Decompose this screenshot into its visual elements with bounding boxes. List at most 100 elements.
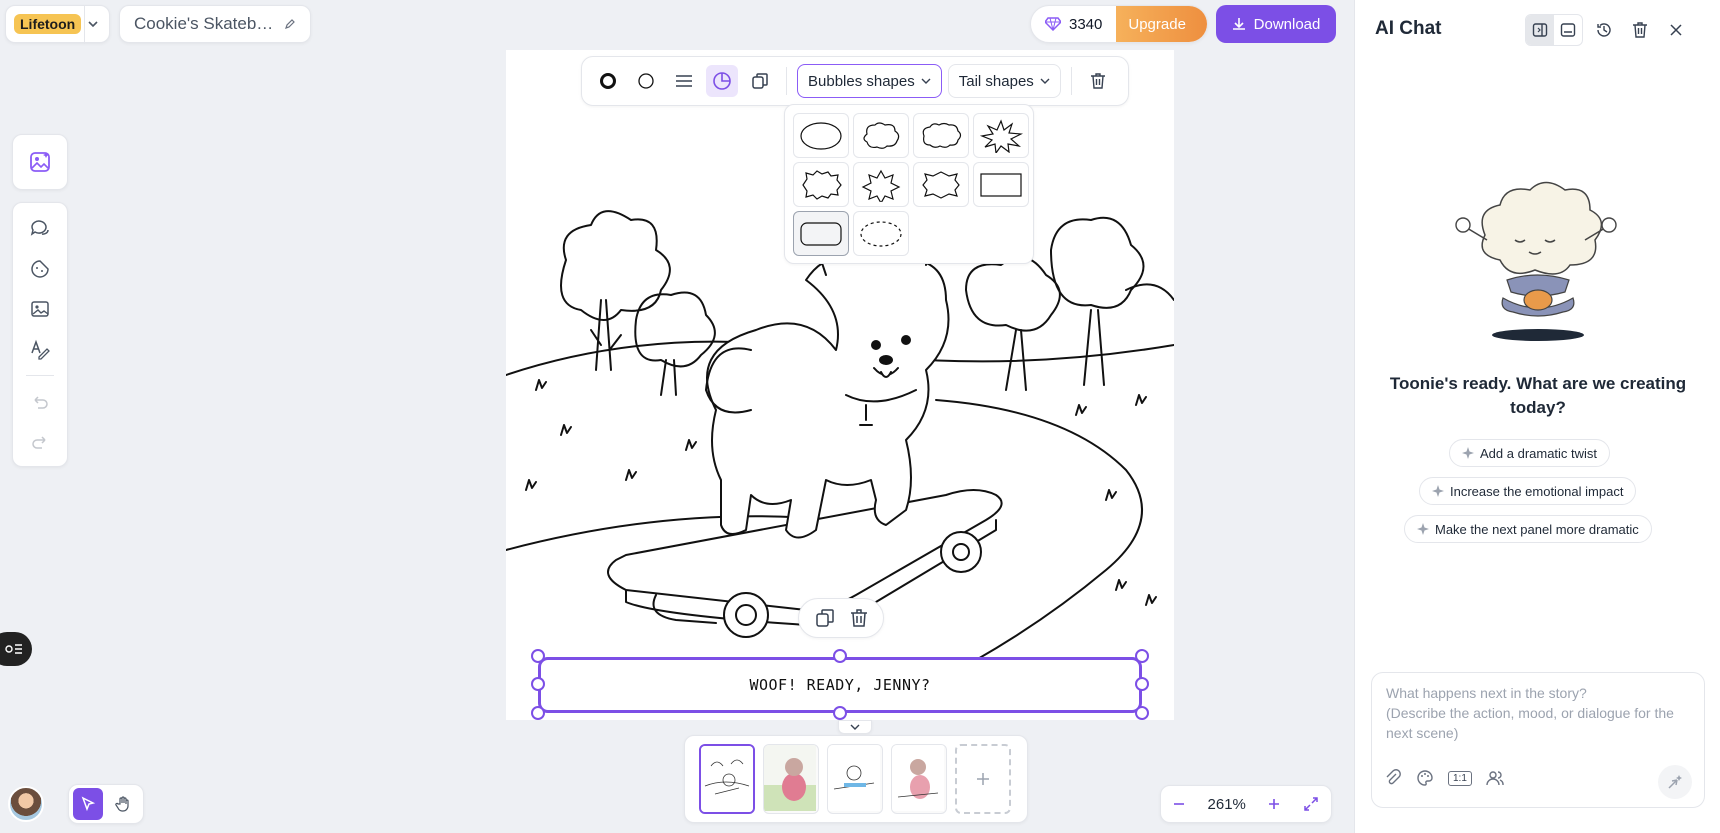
suggestion-chip-2[interactable]: Increase the emotional impact — [1419, 477, 1637, 505]
text-align-button[interactable] — [668, 65, 700, 97]
ai-image-icon — [28, 150, 52, 174]
zoom-in-button[interactable] — [1268, 798, 1280, 810]
download-icon — [1232, 17, 1246, 31]
lifetoon-logo: Lifetoon — [14, 14, 82, 34]
caption-bubble[interactable]: WOOF! READY, JENNY? — [538, 657, 1142, 713]
ai-image-tool[interactable] — [12, 134, 68, 190]
dock-bottom-button[interactable] — [1554, 15, 1582, 45]
text-draw-icon[interactable] — [25, 335, 55, 363]
trash-icon[interactable] — [850, 608, 868, 628]
characters-icon[interactable] — [1486, 769, 1504, 787]
fit-screen-icon[interactable] — [1303, 796, 1319, 812]
stroke-bold-button[interactable] — [592, 65, 624, 97]
sparkle-icon — [1432, 485, 1444, 497]
shape-rectangle[interactable] — [973, 162, 1029, 207]
page-thumbnail-1[interactable] — [699, 744, 755, 814]
shape-spiky[interactable] — [853, 162, 909, 207]
duplicate-bubble-button[interactable] — [744, 65, 776, 97]
sticker-icon[interactable] — [25, 255, 55, 283]
shape-starburst[interactable] — [973, 113, 1029, 158]
bubble-style-button[interactable] — [706, 65, 738, 97]
trash-icon — [1090, 72, 1106, 90]
shape-jagged[interactable] — [793, 162, 849, 207]
suggestion-label: Increase the emotional impact — [1450, 483, 1624, 499]
ai-chat-panel: AI Chat Toonie's ready. What are we crea… — [1354, 0, 1720, 833]
bubble-shapes-menu — [784, 104, 1034, 264]
close-icon[interactable] — [1661, 15, 1691, 45]
suggestion-label: Add a dramatic twist — [1480, 445, 1598, 461]
chevron-down-icon — [1040, 76, 1050, 86]
duplicate-icon[interactable] — [815, 608, 835, 628]
upgrade-button[interactable]: Upgrade — [1116, 6, 1207, 42]
trash-icon[interactable] — [1625, 15, 1655, 45]
pan-mode-button[interactable] — [109, 788, 139, 820]
resize-handle-bottom[interactable] — [833, 706, 847, 720]
brand-menu[interactable]: Lifetoon — [5, 5, 110, 44]
shape-rounded-rectangle[interactable] — [793, 211, 849, 256]
pages-strip — [684, 735, 1028, 823]
zoom-out-button[interactable] — [1173, 798, 1185, 810]
page-thumbnail-2[interactable] — [763, 744, 819, 814]
stroke-thin-button[interactable] — [630, 65, 662, 97]
palette-icon[interactable] — [1416, 769, 1434, 787]
history-icon[interactable] — [1589, 15, 1619, 45]
dock-side-button[interactable] — [1526, 15, 1554, 45]
pencil-icon[interactable] — [284, 18, 296, 30]
avatar[interactable] — [8, 786, 44, 822]
chevron-down-icon — [850, 723, 860, 731]
resize-handle-right[interactable] — [1135, 677, 1149, 691]
suggestion-chip-3[interactable]: Make the next panel more dramatic — [1404, 515, 1652, 543]
duplicate-icon — [751, 72, 769, 90]
resize-handle-bottom-right[interactable] — [1135, 706, 1149, 720]
undo-icon[interactable] — [25, 388, 55, 416]
sparkle-icon — [1417, 523, 1429, 535]
thick-circle-icon — [599, 72, 617, 90]
select-mode-button[interactable] — [73, 788, 103, 820]
zoom-level: 261% — [1207, 795, 1246, 813]
resize-handle-top-right[interactable] — [1135, 649, 1149, 663]
layers-toggle-icon — [4, 641, 24, 657]
shape-dashed-ellipse[interactable] — [853, 211, 909, 256]
send-button[interactable] — [1658, 765, 1692, 799]
cursor-icon — [80, 796, 96, 812]
collapse-pages-toggle[interactable] — [838, 720, 872, 734]
shape-cloud-wide[interactable] — [913, 113, 969, 158]
shape-wavy[interactable] — [913, 162, 969, 207]
aspect-ratio-button[interactable]: 1:1 — [1448, 770, 1472, 786]
suggestion-chip-1[interactable]: Add a dramatic twist — [1449, 439, 1611, 467]
bubble-shapes-dropdown[interactable]: Bubbles shapes — [797, 64, 942, 98]
caption-text[interactable]: WOOF! READY, JENNY? — [749, 676, 930, 694]
speech-bubble-icon[interactable] — [25, 215, 55, 243]
delete-bubble-button[interactable] — [1082, 65, 1114, 97]
download-button[interactable]: Download — [1216, 5, 1336, 43]
dock-side-icon — [1532, 22, 1548, 38]
chevron-down-icon — [921, 76, 931, 86]
suggestion-label: Make the next panel more dramatic — [1435, 521, 1639, 537]
tail-shapes-label: Tail shapes — [958, 72, 1034, 90]
redo-icon[interactable] — [25, 428, 55, 456]
zoom-controls: 261% — [1160, 785, 1332, 823]
resize-handle-bottom-left[interactable] — [531, 706, 545, 720]
chat-header-actions — [1525, 14, 1691, 46]
shape-ellipse[interactable] — [793, 113, 849, 158]
add-page-button[interactable] — [955, 744, 1011, 814]
layers-toggle[interactable] — [0, 632, 32, 666]
chat-ready-message: Toonie's ready. What are we creating tod… — [1389, 374, 1687, 417]
resize-handle-left[interactable] — [531, 677, 545, 691]
shape-cloud[interactable] — [853, 113, 909, 158]
thin-circle-icon — [637, 72, 655, 90]
canvas-mode-switch — [68, 784, 144, 824]
attach-icon[interactable] — [1384, 769, 1402, 787]
page-thumbnail-4[interactable] — [891, 744, 947, 814]
image-icon[interactable] — [25, 295, 55, 323]
chat-input[interactable] — [1386, 683, 1686, 753]
resize-handle-top[interactable] — [833, 649, 847, 663]
chevron-down-icon[interactable] — [87, 18, 99, 30]
dock-bottom-icon — [1560, 22, 1576, 38]
page-thumbnail-3[interactable] — [827, 744, 883, 814]
resize-handle-top-left[interactable] — [531, 649, 545, 663]
plus-icon — [975, 771, 991, 787]
project-title[interactable]: Cookie's Skateb… — [119, 5, 311, 43]
chat-composer: 1:1 — [1371, 672, 1705, 808]
tail-shapes-dropdown[interactable]: Tail shapes — [947, 64, 1061, 98]
